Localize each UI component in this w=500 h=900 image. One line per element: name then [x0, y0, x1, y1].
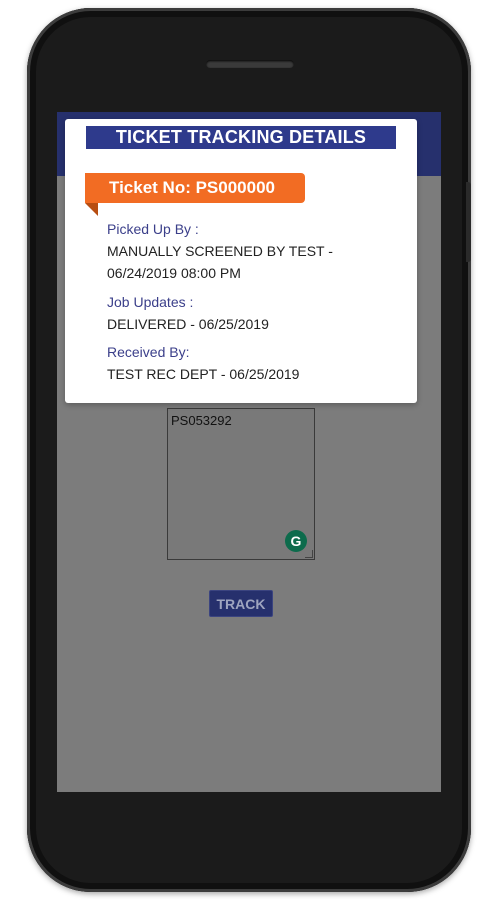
phone-speaker [206, 60, 294, 68]
ticket-input-value: PS053292 [171, 413, 232, 428]
received-by-label: Received By: [107, 344, 190, 360]
ticket-tracking-popup: TICKET TRACKING DETAILS Ticket No: PS000… [65, 119, 417, 403]
ticket-number-badge: Ticket No: PS000000 [85, 173, 305, 203]
job-updates-label: Job Updates : [107, 294, 194, 310]
picked-up-by-label: Picked Up By : [107, 221, 199, 237]
phone-side-button [466, 182, 471, 262]
received-by-value: TEST REC DEPT - 06/25/2019 [107, 366, 300, 382]
picked-up-by-value: MANUALLY SCREENED BY TEST - 06/24/2019 0… [107, 243, 333, 281]
badge-fold-corner [85, 203, 98, 216]
resize-grip-icon[interactable] [305, 550, 313, 558]
track-button[interactable]: TRACK [209, 590, 273, 617]
job-updates-value: DELIVERED - 06/25/2019 [107, 316, 269, 332]
grammarly-icon[interactable]: G [285, 530, 307, 552]
popup-title: TICKET TRACKING DETAILS [86, 126, 396, 149]
